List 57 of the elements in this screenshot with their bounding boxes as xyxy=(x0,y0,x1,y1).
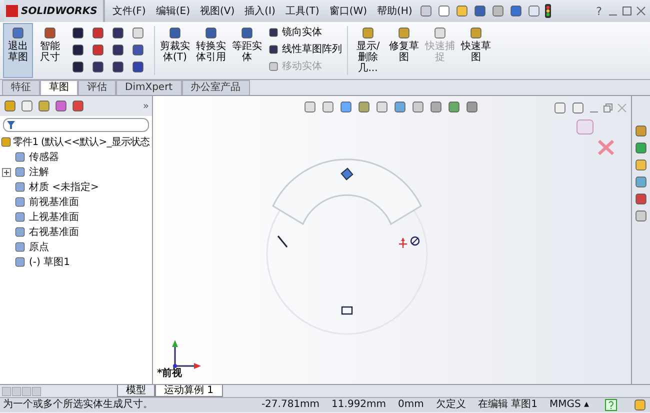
filter-icon xyxy=(7,121,15,129)
view-label: *前视 xyxy=(157,366,182,380)
maximize-icon[interactable] xyxy=(622,6,632,16)
expand-icon[interactable] xyxy=(2,168,11,177)
ribbon-list-button[interactable]: 镜向实体 xyxy=(268,25,342,39)
ribbon-button[interactable]: 修复草图 xyxy=(387,23,421,78)
tree-item[interactable]: 原点 xyxy=(0,239,152,254)
menu-item[interactable]: 视图(V) xyxy=(196,4,238,18)
ribbon-button[interactable]: 转换实体引用 xyxy=(194,23,228,78)
circle-icon[interactable] xyxy=(410,236,420,246)
tree-item[interactable]: 注解 xyxy=(0,164,152,179)
ribbon-button[interactable]: 显示/删除几... xyxy=(351,23,385,78)
menu-item[interactable]: 插入(I) xyxy=(242,4,278,18)
close-icon[interactable] xyxy=(636,6,646,16)
tab[interactable]: 特征 xyxy=(2,80,40,95)
status-field: 在编辑 草图1 xyxy=(472,398,544,412)
menu-item[interactable]: 文件(F) xyxy=(109,4,149,18)
ribbon-button[interactable]: 剪裁实体(T) xyxy=(158,23,192,78)
status-field: 0mm xyxy=(392,398,430,412)
tree-item[interactable]: 前视基准面 xyxy=(0,194,152,209)
menu-item[interactable]: 窗口(W) xyxy=(326,4,370,18)
expand-button[interactable]: » xyxy=(142,100,149,112)
status-field: -27.781mm xyxy=(255,398,326,412)
tree-item[interactable]: 传感器 xyxy=(0,149,152,164)
tab[interactable]: 办公室产品 xyxy=(182,80,250,95)
status-message: 为一个或多个所选实体生成尺寸。 xyxy=(3,398,154,412)
ribbon-button[interactable]: 智能尺寸 xyxy=(35,23,65,78)
tab[interactable]: DimXpert xyxy=(116,80,182,95)
triad-icon xyxy=(172,340,201,369)
menu-item[interactable]: 帮助(H) xyxy=(374,4,416,18)
tab[interactable]: 模型 xyxy=(117,385,155,397)
tree-item[interactable]: (-) 草图1 xyxy=(0,254,152,269)
tab[interactable]: 评估 xyxy=(78,80,116,95)
status-field: 11.992mm xyxy=(326,398,392,412)
help-button[interactable]: ? xyxy=(594,4,604,18)
menu-item[interactable]: 工具(T) xyxy=(282,4,322,18)
status-field: 欠定义 xyxy=(430,398,472,412)
ribbon-button[interactable]: 等距实体 xyxy=(230,23,264,78)
rectangle-icon[interactable] xyxy=(341,306,353,315)
ribbon-button[interactable]: 退出草图 xyxy=(3,23,33,78)
menu-item[interactable]: 编辑(E) xyxy=(152,4,193,18)
app-logo: SOLIDWORKS xyxy=(4,0,106,22)
restore-icon[interactable] xyxy=(603,103,613,113)
filter-field[interactable] xyxy=(3,118,149,132)
tree-item[interactable]: 材质 <未指定> xyxy=(0,179,152,194)
line-icon[interactable] xyxy=(277,236,288,248)
tree-item[interactable]: 零件1 (默认<<默认>_显示状态 xyxy=(0,134,152,149)
tab[interactable]: 草图 xyxy=(40,80,78,95)
tab[interactable]: 运动算例 1 xyxy=(155,385,223,397)
origin-icon xyxy=(398,237,408,249)
ribbon-button[interactable]: 快速草图 xyxy=(459,23,493,78)
ribbon-list-button[interactable]: 线性草图阵列 xyxy=(268,42,342,56)
traffic-light-icon[interactable] xyxy=(545,4,552,18)
tree-item[interactable]: 上视基准面 xyxy=(0,209,152,224)
units-button[interactable]: MMGS ▴ xyxy=(543,398,595,412)
help-icon[interactable] xyxy=(605,399,617,411)
tree-item[interactable]: 右视基准面 xyxy=(0,224,152,239)
